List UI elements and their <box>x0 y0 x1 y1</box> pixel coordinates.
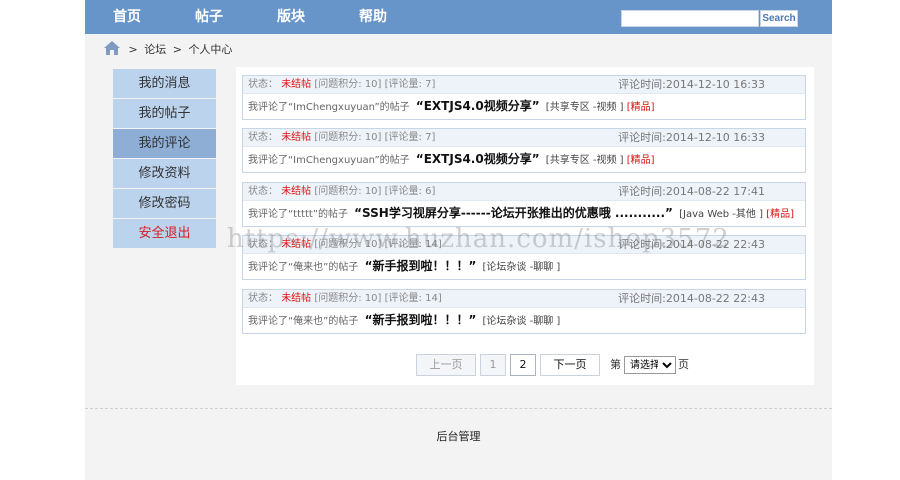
comment-card: 状态： 未结帖 [问题积分: 10] [评论量: 7] 评论时间:2014-12… <box>242 75 806 120</box>
comment-body: 我评论了“ImChengxuyuan”的帖子 “EXTJS4.0视频分享” [共… <box>243 147 805 172</box>
score: [问题积分: 10] <box>314 79 382 90</box>
board-tag[interactable]: [共享专区 -视频 ] <box>546 155 624 166</box>
comment-meta: 状态： 未结帖 [问题积分: 10] [评论量: 6] 评论时间:2014-08… <box>243 183 805 201</box>
comment-list-panel: 状态： 未结帖 [问题积分: 10] [评论量: 7] 评论时间:2014-12… <box>236 67 814 385</box>
page-1-button[interactable]: 1 <box>480 354 506 376</box>
post-title-link[interactable]: “新手报到啦！！！” <box>365 259 477 273</box>
status-badge: 未结帖 <box>281 79 312 90</box>
comment-body: 我评论了“ImChengxuyuan”的帖子 “EXTJS4.0视频分享” [共… <box>243 94 805 119</box>
comment-prefix: 我评论了“ttttt”的帖子 <box>248 209 348 220</box>
board-tag[interactable]: [论坛杂谈 -聊聊 ] <box>483 262 561 273</box>
footer-divider <box>85 408 832 409</box>
sidebar-item-messages[interactable]: 我的消息 <box>113 69 216 98</box>
comment-count: [评论量: 14] <box>384 239 442 250</box>
status-label: 状态： <box>248 132 278 143</box>
nav-help[interactable]: 帮助 <box>359 0 387 34</box>
page-jump-prefix: 第 <box>610 358 621 371</box>
comment-time: 评论时间:2014-08-22 17:41 <box>618 185 765 198</box>
sidebar: 我的消息 我的帖子 我的评论 修改资料 修改密码 安全退出 <box>113 69 216 249</box>
admin-link[interactable]: 后台管理 <box>85 428 832 444</box>
comment-meta: 状态： 未结帖 [问题积分: 10] [评论量: 7] 评论时间:2014-12… <box>243 76 805 94</box>
status-badge: 未结帖 <box>281 132 312 143</box>
comment-prefix: 我评论了“ImChengxuyuan”的帖子 <box>248 102 410 113</box>
status-label: 状态： <box>248 293 278 304</box>
comment-body: 我评论了“俺来也”的帖子 “新手报到啦！！！” [论坛杂谈 -聊聊 ] <box>243 254 805 279</box>
comment-meta: 状态： 未结帖 [问题积分: 10] [评论量: 14] 评论时间:2014-0… <box>243 290 805 308</box>
comment-body: 我评论了“俺来也”的帖子 “新手报到啦！！！” [论坛杂谈 -聊聊 ] <box>243 308 805 333</box>
breadcrumb-forum[interactable]: 论坛 <box>144 43 166 56</box>
status-label: 状态： <box>248 186 278 197</box>
page: 首页 帖子 版块 帮助 Search > 论坛 > 个人中心 我的消息 我的帖子… <box>85 0 832 480</box>
comment-prefix: 我评论了“俺来也”的帖子 <box>248 262 359 273</box>
comment-card: 状态： 未结帖 [问题积分: 10] [评论量: 14] 评论时间:2014-0… <box>242 235 806 280</box>
comment-time: 评论时间:2014-08-22 22:43 <box>618 292 765 305</box>
score: [问题积分: 10] <box>314 132 382 143</box>
post-title-link[interactable]: “新手报到啦！！！” <box>365 313 477 327</box>
breadcrumb-sep: > <box>172 43 182 56</box>
score: [问题积分: 10] <box>314 186 382 197</box>
nav-home[interactable]: 首页 <box>113 0 141 34</box>
comment-meta: 状态： 未结帖 [问题积分: 10] [评论量: 7] 评论时间:2014-12… <box>243 129 805 147</box>
board-tag[interactable]: [Java Web -其他 ] <box>679 209 763 220</box>
breadcrumb-sep: > <box>128 43 138 56</box>
comment-card: 状态： 未结帖 [问题积分: 10] [评论量: 6] 评论时间:2014-08… <box>242 182 806 227</box>
comment-count: [评论量: 14] <box>384 293 442 304</box>
board-tag[interactable]: [共享专区 -视频 ] <box>546 102 624 113</box>
sidebar-item-my-comments[interactable]: 我的评论 <box>113 129 216 158</box>
sidebar-item-change-password[interactable]: 修改密码 <box>113 189 216 218</box>
score: [问题积分: 10] <box>314 293 382 304</box>
nav-boards[interactable]: 版块 <box>277 0 305 34</box>
quality-tag: [精品] <box>626 102 655 113</box>
score: [问题积分: 10] <box>314 239 382 250</box>
page-2-button[interactable]: 2 <box>510 354 536 376</box>
page-jump-suffix: 页 <box>678 358 689 371</box>
status-badge: 未结帖 <box>281 186 312 197</box>
sidebar-item-edit-profile[interactable]: 修改资料 <box>113 159 216 188</box>
comment-time: 评论时间:2014-12-10 16:33 <box>618 78 765 91</box>
top-nav: 首页 帖子 版块 帮助 Search <box>85 0 832 34</box>
comment-count: [评论量: 7] <box>384 132 436 143</box>
page-jump-select[interactable]: 请选择 <box>624 356 676 374</box>
sidebar-item-my-posts[interactable]: 我的帖子 <box>113 99 216 128</box>
comment-meta: 状态： 未结帖 [问题积分: 10] [评论量: 14] 评论时间:2014-0… <box>243 236 805 254</box>
comment-time: 评论时间:2014-08-22 22:43 <box>618 238 765 251</box>
comment-count: [评论量: 7] <box>384 79 436 90</box>
search-input[interactable] <box>621 10 759 27</box>
breadcrumb-current: 个人中心 <box>188 43 233 56</box>
comment-prefix: 我评论了“ImChengxuyuan”的帖子 <box>248 155 410 166</box>
search-button[interactable]: Search <box>760 10 798 27</box>
post-title-link[interactable]: “EXTJS4.0视频分享” <box>416 152 540 166</box>
status-badge: 未结帖 <box>281 239 312 250</box>
board-tag[interactable]: [论坛杂谈 -聊聊 ] <box>483 316 561 327</box>
comment-body: 我评论了“ttttt”的帖子 “SSH学习视屏分享------论坛开张推出的优惠… <box>243 201 805 226</box>
comment-time: 评论时间:2014-12-10 16:33 <box>618 131 765 144</box>
breadcrumb: > 论坛 > 个人中心 <box>103 40 235 58</box>
status-label: 状态： <box>248 239 278 250</box>
comment-prefix: 我评论了“俺来也”的帖子 <box>248 316 359 327</box>
status-badge: 未结帖 <box>281 293 312 304</box>
quality-tag: [精品] <box>766 209 794 220</box>
post-title-link[interactable]: “SSH学习视屏分享------论坛开张推出的优惠哦 ...........” <box>354 206 673 220</box>
sidebar-item-logout[interactable]: 安全退出 <box>113 219 216 248</box>
prev-page-button[interactable]: 上一页 <box>416 354 476 376</box>
home-icon[interactable] <box>103 40 121 56</box>
post-title-link[interactable]: “EXTJS4.0视频分享” <box>416 99 540 113</box>
comment-count: [评论量: 6] <box>384 186 436 197</box>
comment-card: 状态： 未结帖 [问题积分: 10] [评论量: 14] 评论时间:2014-0… <box>242 289 806 334</box>
nav-posts[interactable]: 帖子 <box>195 0 223 34</box>
status-label: 状态： <box>248 79 278 90</box>
comment-card: 状态： 未结帖 [问题积分: 10] [评论量: 7] 评论时间:2014-12… <box>242 128 806 173</box>
next-page-button[interactable]: 下一页 <box>540 354 600 376</box>
quality-tag: [精品] <box>626 155 655 166</box>
